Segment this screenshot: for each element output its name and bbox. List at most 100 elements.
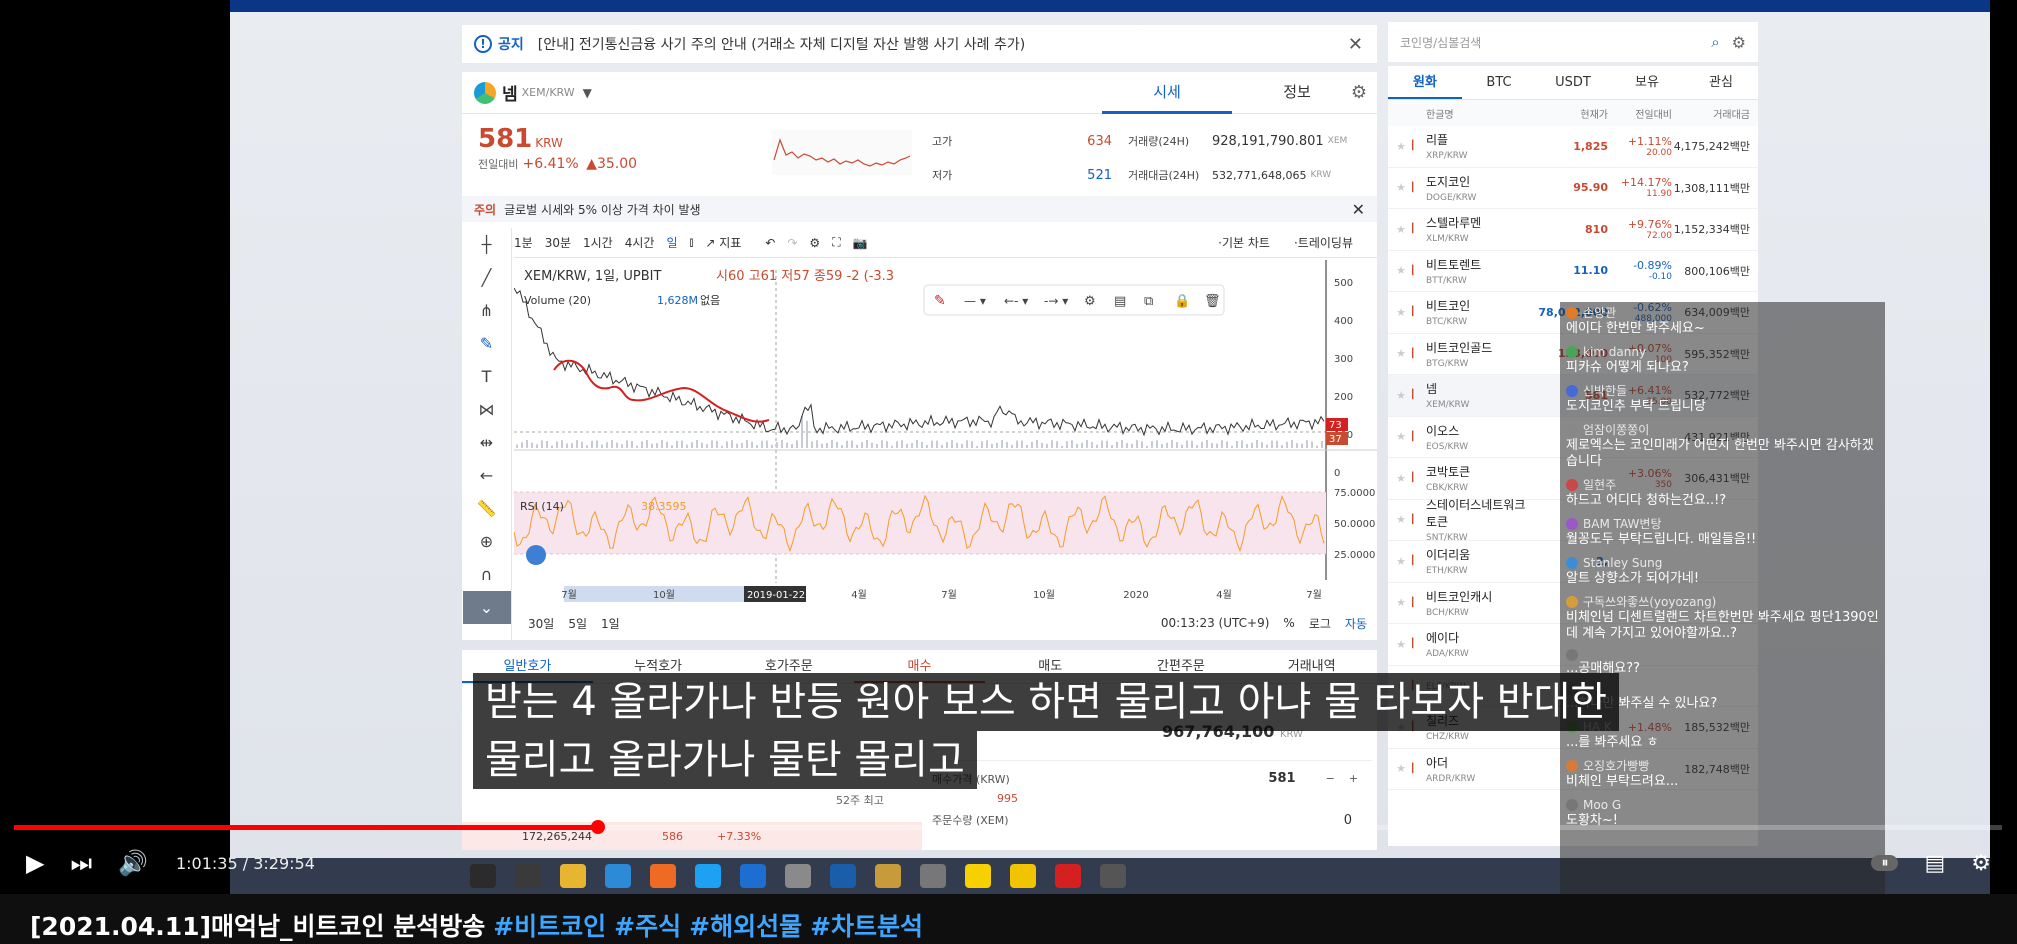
indicator-button[interactable]: ↗ 지표 [705,234,753,251]
close-icon[interactable]: ✕ [1352,200,1365,219]
volume-icon[interactable]: 🔊 [118,849,148,877]
tradingview-button[interactable]: ·트레이딩뷰 [1294,234,1365,251]
redo-icon[interactable]: ↷ [787,236,797,250]
autoplay-toggle[interactable]: ⏸ [1871,855,1899,871]
col-name[interactable]: 한글명 [1426,106,1536,121]
star-icon[interactable]: ★ [1392,140,1410,153]
tab-holdings[interactable]: 보유 [1610,66,1684,99]
chart-symbol[interactable]: XEM/KRW, 1일, UPBIT [524,269,661,284]
col-change[interactable]: 전일대비 [1608,106,1672,121]
search-icon[interactable]: ⌕ [1711,33,1719,51]
clone-icon[interactable]: ⧉ [1144,294,1153,309]
star-icon[interactable]: ★ [1392,596,1410,609]
basic-chart-button[interactable]: ·기본 차트 [1218,234,1282,251]
chevron-down-icon[interactable]: ⌄ [462,591,511,624]
settings-icon[interactable]: ⚙ [809,236,820,250]
fork-icon[interactable]: ⋔ [480,294,493,327]
star-icon[interactable]: ★ [1392,223,1410,236]
interval-30m[interactable]: 30분 [545,234,571,251]
line-start-icon[interactable]: ←- ▾ [1004,294,1028,308]
pencil-icon[interactable]: ✎ [934,293,946,309]
star-icon[interactable]: ★ [1392,264,1410,277]
minus-icon[interactable]: − [1326,772,1335,785]
text-icon[interactable]: T [482,360,492,393]
lock-icon[interactable]: 🔒 [1174,294,1190,309]
close-icon[interactable]: ✕ [1348,34,1363,55]
brush-icon[interactable]: ✎ [480,327,493,360]
price-chart[interactable]: 7월 10월 2019-01-22 4월 7월 10월 2020 4월 7월 500 400 300… [514,260,1377,605]
next-icon[interactable]: ⏭ [70,849,92,877]
gear-icon[interactable]: ⚙ [1732,33,1746,52]
template-icon[interactable]: ▤ [1114,294,1126,309]
plus-icon[interactable]: + [1349,772,1358,785]
interval-1m[interactable]: 1분 [514,234,533,251]
fullscreen-icon[interactable]: ⛶ [832,235,840,250]
subtitles-icon[interactable]: ▤ [1924,851,1945,876]
range-30d[interactable]: 30일 [528,615,554,632]
star-icon[interactable]: ★ [1392,181,1410,194]
trash-icon[interactable]: 🗑 [1204,293,1221,309]
candle-type-icon[interactable]: ⫾ [689,235,693,250]
log-toggle[interactable]: 로그 [1309,615,1331,632]
camera-icon[interactable]: 📷 [853,236,868,250]
trendline-icon[interactable]: ╱ [482,261,492,294]
star-icon[interactable]: ★ [1392,430,1410,443]
magnet-icon[interactable]: ∩ [481,558,493,591]
volume-bar [746,440,748,448]
price-badge-high: 73 [1329,420,1342,431]
market-row[interactable]: ★ ┃ 비트토렌트 BTT/KRW 11.10 -0.89% -0.10 800,106백만 [1388,251,1758,292]
interval-4h[interactable]: 4시간 [625,234,655,251]
auto-toggle[interactable]: 자동 [1345,615,1367,632]
crosshair-icon[interactable]: ┼ [482,228,492,261]
volume-bar [1001,440,1003,448]
progress-bar[interactable] [14,820,2002,834]
range-1d[interactable]: 1일 [601,615,620,632]
range-5d[interactable]: 5일 [568,615,587,632]
percent-toggle[interactable]: % [1283,616,1294,630]
back-arrow-icon[interactable]: ← [480,459,493,492]
tab-krw[interactable]: 원화 [1388,66,1462,99]
hashtag[interactable]: #해외선물 [689,912,802,941]
star-icon[interactable]: ★ [1392,389,1410,402]
tab-favorites[interactable]: 관심 [1684,66,1758,99]
gear-icon[interactable]: ⚙ [1351,82,1367,103]
measure-icon[interactable]: ⇹ [480,426,493,459]
tab-info[interactable]: 정보 [1232,72,1362,114]
star-icon[interactable]: ★ [1392,555,1410,568]
zoom-in-icon[interactable]: ⊕ [480,525,493,558]
market-row[interactable]: ★ ┃ 스텔라루멘 XLM/KRW 810 +9.76% 72.00 1,152,334백만 [1388,209,1758,251]
star-icon[interactable]: ★ [1392,347,1410,360]
interval-day[interactable]: 일 [666,234,677,251]
col-volume[interactable]: 거래대금 [1672,106,1750,121]
hashtag[interactable]: #비트코인 [493,912,606,941]
trend-icon: ┃ [1410,556,1416,567]
col-price[interactable]: 현재가 [1536,106,1608,121]
market-row[interactable]: ★ ┃ 리플 XRP/KRW 1,825 +1.11% 20.00 4,175,242백만 [1388,126,1758,168]
pattern-icon[interactable]: ⋈ [479,393,495,426]
line-end-icon[interactable]: -→ ▾ [1044,294,1068,308]
settings-gear-icon[interactable]: ⚙ [1971,851,1991,876]
star-icon[interactable]: ★ [1392,306,1410,319]
star-icon[interactable]: ★ [1392,638,1410,651]
star-icon[interactable]: ★ [1392,762,1410,775]
play-icon[interactable]: ▶ [26,849,44,877]
notice-text[interactable]: [안내] 전기통신금융 사기 주의 안내 (거래소 자체 디지털 자산 발행 사… [538,34,1025,54]
hashtag[interactable]: #주식 [614,912,681,941]
chevron-down-icon[interactable]: ▼ [583,86,592,100]
tab-quote[interactable]: 시세 [1102,72,1232,114]
undo-icon[interactable]: ↶ [765,236,775,250]
cloud-icon[interactable] [526,545,546,565]
buy-price-input[interactable]: 581 [1268,771,1295,786]
interval-1h[interactable]: 1시간 [583,234,613,251]
star-icon[interactable]: ★ [1392,513,1410,526]
tab-btc[interactable]: BTC [1462,66,1536,99]
ruler-icon[interactable]: 📏 [477,492,497,525]
market-row[interactable]: ★ ┃ 도지코인 DOGE/KRW 95.90 +14.17% 11.90 1,308,111… [1388,168,1758,209]
search-input[interactable]: 코인명/심볼검색 [1400,34,1481,51]
star-icon[interactable]: ★ [1392,472,1410,485]
line-style-icon[interactable]: — ▾ [964,294,986,308]
hashtag[interactable]: #차트분석 [810,912,923,941]
tab-usdt[interactable]: USDT [1536,66,1610,99]
settings-icon[interactable]: ⚙ [1084,294,1096,309]
video-player[interactable]: ! 공지 [안내] 전기통신금융 사기 주의 안내 (거래소 자체 디지털 자산… [0,0,2017,894]
